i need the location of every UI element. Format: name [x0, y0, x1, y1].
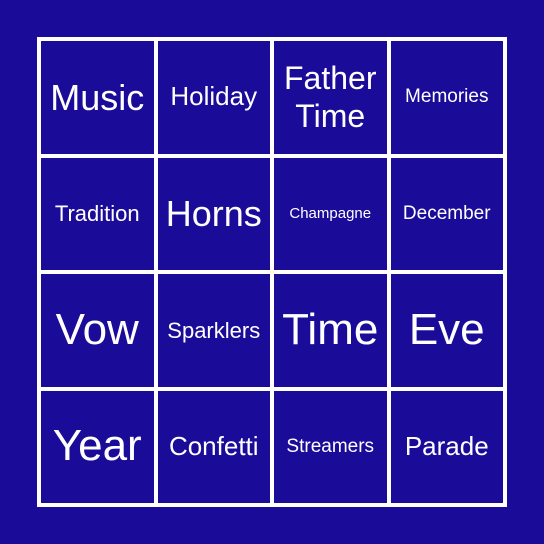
bingo-cell[interactable]: Holiday: [157, 41, 270, 154]
cell-label: Eve: [408, 304, 485, 354]
bingo-cell[interactable]: Time: [274, 274, 387, 387]
cell-label: Sparklers: [167, 317, 261, 343]
bingo-cell[interactable]: December: [390, 157, 503, 270]
bingo-cell[interactable]: Music: [41, 41, 154, 154]
cell-label: Holiday: [170, 81, 258, 112]
bingo-cell[interactable]: Horns: [157, 157, 270, 270]
cell-label: Streamers: [286, 435, 375, 457]
bingo-cell[interactable]: Confetti: [157, 390, 270, 503]
bingo-cell[interactable]: Parade: [390, 390, 503, 503]
bingo-cell[interactable]: Eve: [390, 274, 503, 387]
cell-label: Memories: [405, 86, 489, 108]
cell-label: Horns: [165, 193, 262, 235]
cell-label: Tradition: [54, 201, 140, 227]
bingo-cell[interactable]: Sparklers: [157, 274, 270, 387]
cell-label: Parade: [404, 430, 489, 461]
cell-label: Father Time: [284, 59, 377, 135]
bingo-card: Music Holiday Father Time Memories Tradi…: [37, 37, 507, 507]
cell-label: Music: [50, 76, 145, 118]
bingo-cell[interactable]: Year: [41, 390, 154, 503]
bingo-cell[interactable]: Father Time: [274, 41, 387, 154]
bingo-cell[interactable]: Champagne: [274, 157, 387, 270]
cell-label: Champagne: [289, 205, 372, 223]
cell-label: Time: [282, 304, 379, 354]
bingo-cell[interactable]: Tradition: [41, 157, 154, 270]
bingo-cell[interactable]: Memories: [390, 41, 503, 154]
cell-label: Confetti: [168, 430, 259, 461]
bingo-cell[interactable]: Streamers: [274, 390, 387, 503]
bingo-cell[interactable]: Vow: [41, 274, 154, 387]
cell-label: December: [402, 202, 491, 224]
cell-label: Vow: [55, 304, 139, 354]
cell-label: Year: [52, 421, 142, 471]
